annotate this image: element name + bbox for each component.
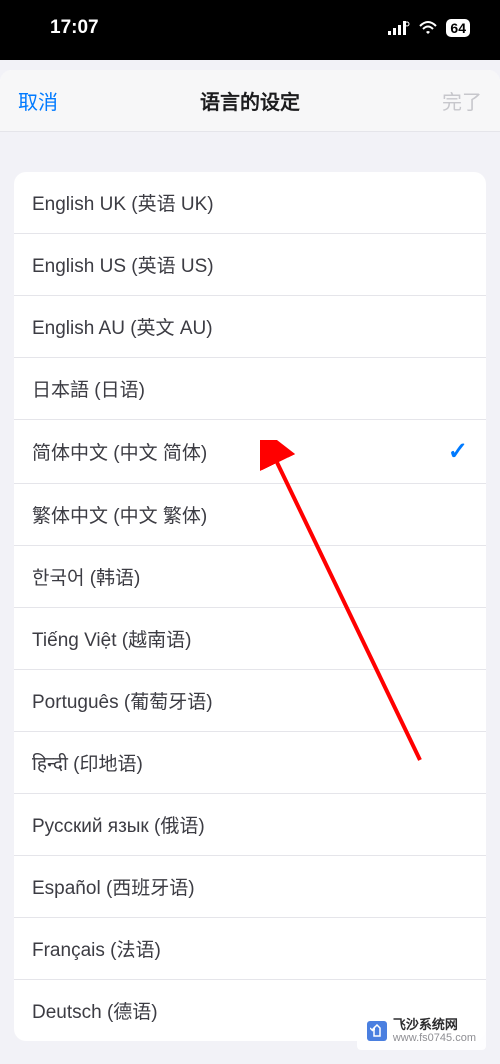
list-item[interactable]: Tiếng Việt (越南语) xyxy=(14,608,486,670)
status-indicators: 64 xyxy=(388,19,470,37)
language-label: 简体中文 (中文 简体) xyxy=(32,438,207,465)
list-item[interactable]: English AU (英文 AU) xyxy=(14,296,486,358)
watermark: 飞沙系统网 www.fs0745.com xyxy=(357,1012,486,1050)
cancel-button[interactable]: 取消 xyxy=(18,86,78,115)
list-item[interactable]: Русский язык (俄语) xyxy=(14,794,486,856)
list-item[interactable]: हिन्दी (印地语) xyxy=(14,732,486,794)
navigation-bar: 取消 语言的设定 完了 xyxy=(0,70,500,132)
language-label: 繁体中文 (中文 繁体) xyxy=(32,501,207,528)
content-area: English UK (英语 UK) English US (英语 US) Engl… xyxy=(0,132,500,1064)
modal-sheet: 取消 语言的设定 完了 English UK (英语 UK) English US… xyxy=(0,70,500,1064)
watermark-name: 飞沙系统网 xyxy=(393,1018,476,1032)
status-bar: 17:07 64 xyxy=(0,0,500,60)
wifi-icon xyxy=(418,21,438,35)
watermark-url: www.fs0745.com xyxy=(393,1032,476,1044)
list-item[interactable]: Português (葡萄牙语) xyxy=(14,670,486,732)
list-item[interactable]: 日本語 (日语) xyxy=(14,358,486,420)
language-label: हिन्दी (印地语) xyxy=(32,749,143,776)
language-label: Русский язык (俄语) xyxy=(32,811,205,838)
watermark-logo xyxy=(367,1021,387,1041)
language-label: Tiếng Việt (越南语) xyxy=(32,625,191,652)
status-time: 17:07 xyxy=(50,17,99,39)
page-title: 语言的设定 xyxy=(200,86,300,115)
signal-icon xyxy=(388,21,410,35)
list-item[interactable]: Español (西班牙语) xyxy=(14,856,486,918)
language-label: 日本語 (日语) xyxy=(32,375,145,402)
check-icon: ✓ xyxy=(448,437,468,466)
list-item[interactable]: 繁体中文 (中文 繁体) xyxy=(14,484,486,546)
list-item[interactable]: English UK (英语 UK) xyxy=(14,172,486,234)
language-label: English UK (英语 UK) xyxy=(32,189,214,216)
language-label: English AU (英文 AU) xyxy=(32,313,213,340)
done-button[interactable]: 完了 xyxy=(422,86,482,115)
battery-indicator: 64 xyxy=(446,19,470,37)
list-item[interactable]: English US (英语 US) xyxy=(14,234,486,296)
language-label: English US (英语 US) xyxy=(32,251,214,278)
language-label: Français (法语) xyxy=(32,935,161,962)
list-item[interactable]: 한국어 (韩语) xyxy=(14,546,486,608)
list-item[interactable]: 简体中文 (中文 简体) ✓ xyxy=(14,420,486,484)
language-label: 한국어 (韩语) xyxy=(32,563,140,590)
language-label: Deutsch (德语) xyxy=(32,997,158,1024)
list-item[interactable]: Français (法语) xyxy=(14,918,486,980)
language-label: Português (葡萄牙语) xyxy=(32,687,213,714)
language-label: Español (西班牙语) xyxy=(32,873,195,900)
language-list: English UK (英语 UK) English US (英语 US) Engl… xyxy=(14,172,486,1041)
